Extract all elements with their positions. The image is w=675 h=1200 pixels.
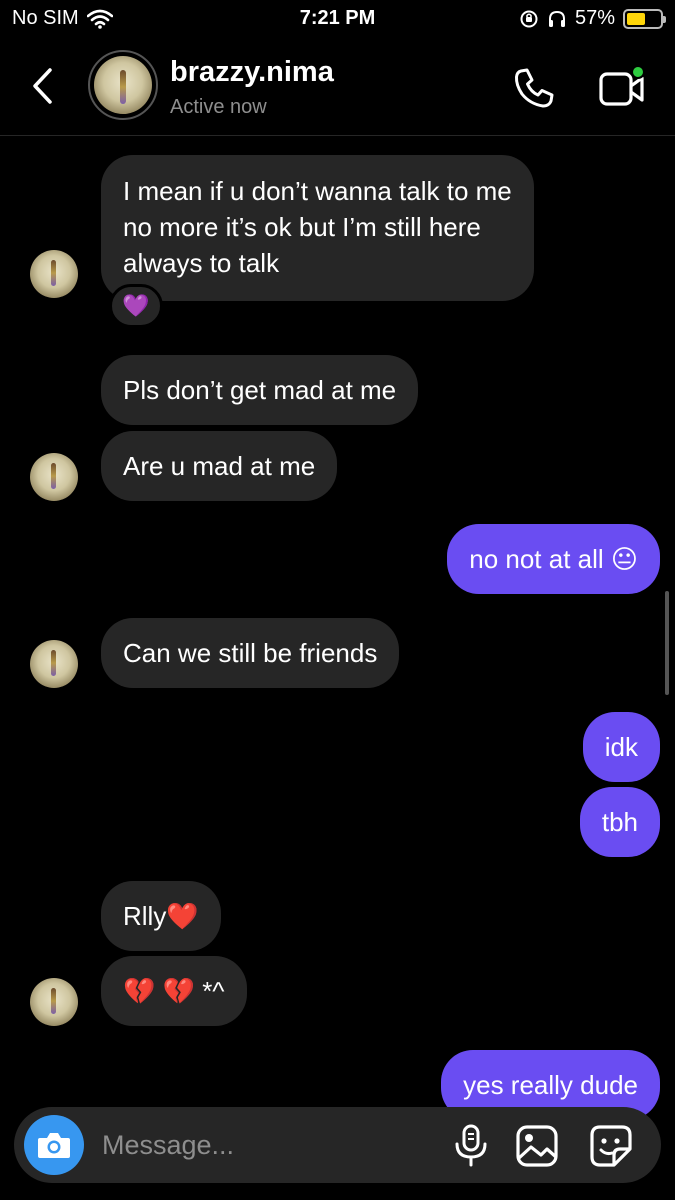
incoming-message[interactable]: Pls don’t get mad at me: [101, 355, 419, 425]
contact-avatar[interactable]: [88, 50, 158, 120]
incoming-message[interactable]: 💔 💔 *^: [101, 956, 247, 1026]
sticker-icon[interactable]: [588, 1123, 634, 1169]
headphones-icon: [548, 10, 565, 27]
back-chevron-icon[interactable]: [28, 66, 58, 106]
video-call-icon[interactable]: [598, 64, 648, 110]
chat-header: brazzy.nima Active now: [0, 40, 675, 136]
message-composer: [14, 1107, 661, 1183]
sender-avatar[interactable]: [30, 453, 78, 501]
battery-percent: 57%: [574, 7, 615, 29]
contact-username[interactable]: brazzy.nima: [170, 56, 334, 89]
sender-avatar[interactable]: [30, 640, 78, 688]
contact-active-status: Active now: [170, 96, 267, 118]
scrollbar[interactable]: [665, 591, 669, 695]
camera-icon: [38, 1133, 70, 1158]
outgoing-message[interactable]: idk: [582, 712, 660, 782]
status-bar: No SIM 7:21 PM 57%: [0, 0, 675, 40]
outgoing-message[interactable]: tbh: [579, 787, 660, 857]
microphone-icon[interactable]: [448, 1123, 494, 1169]
incoming-message[interactable]: Can we still be friends: [101, 618, 400, 688]
incoming-message[interactable]: Rlly❤️: [101, 881, 221, 951]
battery-icon: [623, 8, 666, 29]
incoming-message[interactable]: Are u mad at me: [101, 431, 338, 501]
sender-avatar[interactable]: [30, 978, 78, 1026]
orientation-lock-icon: [520, 10, 538, 27]
camera-button[interactable]: [24, 1115, 84, 1175]
message-input[interactable]: [102, 1125, 432, 1165]
message-thread[interactable]: I mean if u don’t wanna talk to me no mo…: [0, 137, 675, 1120]
sender-avatar[interactable]: [30, 250, 78, 298]
incoming-message[interactable]: I mean if u don’t wanna talk to me no mo…: [101, 155, 534, 301]
phone-icon[interactable]: [512, 66, 556, 110]
message-reaction[interactable]: 💜: [109, 284, 163, 328]
outgoing-message[interactable]: no not at all 😐: [447, 524, 660, 594]
gallery-icon[interactable]: [514, 1123, 560, 1169]
online-dot: [631, 65, 645, 79]
